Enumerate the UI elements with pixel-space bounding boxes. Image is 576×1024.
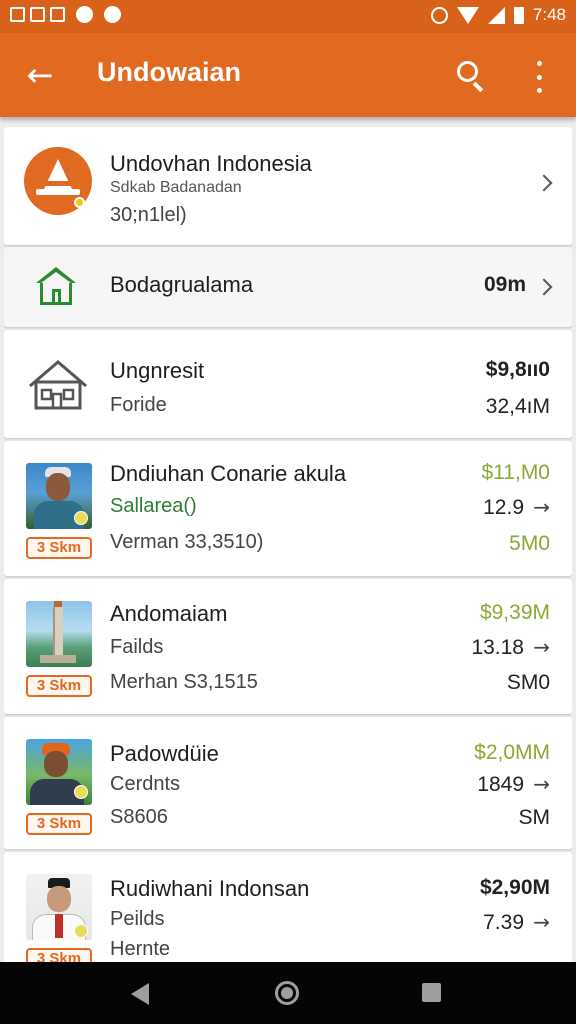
item-thumbnail [26,463,92,529]
item-value-bottom: SM [518,806,551,829]
profile-card[interactable]: Undovhan Indonesia Sdkab Badanadan 30;n1… [4,127,572,245]
item-value-bottom: 5M0 [509,532,550,555]
content-list: Undovhan Indonesia Sdkab Badanadan 30;n1… [4,127,572,962]
item-value-top: $2,90M [479,876,550,899]
summary-value: 09m [483,273,526,296]
profile-avatar [24,147,92,215]
app-title: Undowaian [97,57,242,87]
profile-name: Undovhan Indonesia [110,151,312,176]
property-subtitle: Foride [110,394,167,416]
property-card[interactable]: Ungnresit Foride $9,8ıı0 32,4ıM [4,330,572,438]
arrow-right-icon[interactable]: → [533,635,550,659]
app-notification-icon [104,6,121,23]
item-thumbnail [26,874,92,940]
arrow-right-icon[interactable]: → [533,910,550,934]
more-vertical-icon[interactable] [532,61,546,93]
battery-icon [513,6,524,24]
profile-detail: 30;n1lel) [110,204,187,226]
profile-subtitle: Sdkab Badanadan [110,179,242,196]
list-item[interactable]: 3 Skm Andomaiam Failds Merhan S3,1515 $9… [4,579,572,714]
item-subtitle: Cerdnts [110,773,181,795]
item-thumbnail [26,739,92,805]
status-time: 7:48 [532,5,566,24]
home-icon [36,267,76,307]
item-value-top: $11,M0 [481,461,551,484]
property-title: Ungnresit [110,358,205,383]
summary-label: Bodagrualama [110,272,254,297]
distance-badge: 3 Skm [26,537,92,559]
property-value-bottom: 32,4ıM [485,395,550,418]
list-item[interactable]: 3 Skm Dndiuhan Conarie akula Sallarea() … [4,441,572,576]
house-icon [28,358,88,412]
system-status: 7:48 [430,5,566,25]
list-item[interactable]: 3 Skm Padowdüie Cerdnts S8606 $2,0MM 184… [4,717,572,849]
item-value-mid: 1849 [477,773,524,796]
item-value-top: $9,39M [479,601,550,624]
item-subtitle: Peilds [110,908,165,930]
nav-home-icon[interactable] [275,981,299,1005]
item-title: Rudiwhani Indonsan [110,876,310,901]
item-title: Dndiuhan Conarie akula [110,461,347,486]
status-bar: 7:48 [0,0,576,33]
property-value-top: $9,8ıı0 [485,358,550,381]
distance-badge: 3 Skm [26,675,92,697]
alarm-icon [430,6,448,24]
chevron-right-icon [535,174,553,192]
item-title: Andomaiam [110,601,228,626]
chevron-right-icon [535,278,553,296]
item-title: Padowdüie [110,741,219,766]
arrow-right-icon[interactable]: → [533,772,550,796]
notification-icon [10,7,25,22]
item-value-mid: 13.18 [471,636,524,659]
nav-recents-icon[interactable] [422,983,441,1002]
item-detail: Merhan S3,1515 [110,671,258,693]
item-value-bottom: SM0 [506,671,550,694]
item-value-mid: 12.9 [483,496,524,519]
item-value-top: $2,0MM [474,741,550,764]
app-notification-icon [76,6,93,23]
system-nav-bar [0,962,576,1024]
signal-icon [487,6,505,24]
notification-icon [30,7,45,22]
item-detail: Verman 33,3510) [110,531,264,553]
item-thumbnail [26,601,92,667]
notification-icons [10,6,121,23]
arrow-left-icon[interactable]: ← [22,57,58,93]
distance-badge: 3 Skm [26,948,92,962]
distance-badge: 3 Skm [26,813,92,835]
arrow-right-icon[interactable]: → [533,495,550,519]
nav-back-icon[interactable] [131,983,149,1005]
notification-icon [50,7,65,22]
item-subtitle: Failds [110,636,164,658]
item-subtitle: Sallarea() [110,495,197,517]
app-bar: ← Undowaian [0,33,576,117]
summary-row[interactable]: Bodagrualama 09m [4,247,572,327]
item-detail: Hernte [110,938,171,960]
wifi-icon [456,6,479,24]
item-value-mid: 7.39 [483,911,524,934]
list-item[interactable]: 3 Skm Rudiwhani Indonsan Peilds Hernte $… [4,852,572,962]
item-detail: S8606 [110,806,168,828]
search-icon[interactable] [455,59,487,93]
